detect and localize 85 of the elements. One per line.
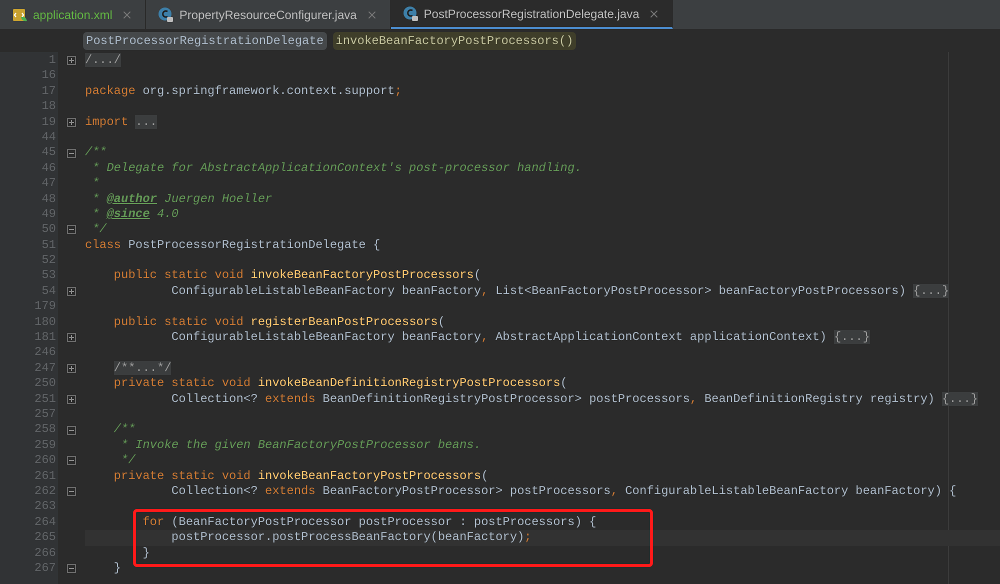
close-icon[interactable]	[121, 8, 134, 20]
code-token: */	[120, 453, 136, 468]
xml-file-icon	[12, 6, 28, 22]
code-token: registerBeanPostProcessors	[250, 314, 438, 329]
expand-fold-icon[interactable]	[67, 56, 76, 66]
code-token: BeanDefinitionRegistry registry)	[704, 392, 936, 406]
code-token: postProcessor.postProcessBeanFactory(beanFactory)	[170, 530, 524, 544]
code-token: }	[112, 560, 122, 575]
folded-code[interactable]: {...}	[913, 284, 950, 298]
code-token: for	[142, 514, 166, 529]
code-token: Juergen Hoeller	[163, 192, 272, 206]
folded-code[interactable]: {...}	[834, 330, 870, 344]
editor-tab[interactable]: PostProcessorRegistrationDelegate.java	[390, 0, 674, 29]
collapse-fold-icon[interactable]	[67, 564, 76, 574]
code-token: class	[85, 238, 122, 252]
code-token: BeanFactoryPostProcessor> postProcessors	[322, 484, 611, 498]
folded-code[interactable]: ...	[135, 114, 158, 129]
code-token: ;	[394, 84, 402, 98]
code-token: ;	[524, 530, 532, 544]
code-token: AbstractApplicationContext applicationContext)	[495, 330, 828, 344]
code-token: /**	[85, 145, 107, 160]
code-token: import	[85, 114, 130, 129]
close-icon[interactable]	[648, 8, 660, 20]
code-token: PostProcessorRegistrationDelegate {	[128, 238, 380, 252]
code-token: * Delegate for AbstractApplicationContext's post-processor handling.	[91, 160, 582, 175]
code-token: ConfigurableListableBeanFactory beanFactory	[170, 284, 482, 298]
folded-code[interactable]: /.../	[85, 53, 122, 67]
code-token: invokeBeanDefinitionRegistryPostProcessors	[258, 376, 560, 390]
code-token: ,	[690, 392, 698, 406]
collapse-fold-icon[interactable]	[67, 148, 76, 158]
code-token: extends	[265, 484, 316, 498]
code-token: ,	[610, 484, 619, 498]
expand-fold-icon[interactable]	[67, 364, 76, 373]
code-token: List<BeanFactoryPostProcessor> beanFactoryPostProcessors)	[495, 284, 907, 298]
breadcrumb[interactable]: invokeBeanFactoryPostProcessors()	[332, 32, 576, 50]
code-token: }	[142, 546, 150, 560]
close-icon[interactable]	[366, 8, 378, 20]
collapse-fold-icon[interactable]	[67, 426, 76, 435]
code-token: invokeBeanFactoryPostProcessors	[258, 468, 482, 483]
folded-code[interactable]: {...}	[942, 392, 978, 406]
expand-fold-icon[interactable]	[67, 118, 76, 127]
code-token: (	[560, 376, 568, 390]
code-token: private static void	[112, 468, 252, 483]
code-token: public static void	[112, 268, 244, 282]
expand-fold-icon[interactable]	[67, 333, 76, 342]
code-token: /**	[112, 422, 136, 436]
tab-label: PostProcessorRegistrationDelegate.java	[424, 6, 640, 22]
class-lock-icon	[158, 6, 174, 22]
code-token: invokeBeanFactoryPostProcessors	[250, 268, 474, 282]
code-token: (	[438, 314, 446, 329]
collapse-fold-icon[interactable]	[67, 487, 76, 496]
code-token: private static void	[112, 376, 252, 390]
code-token: ,	[481, 284, 490, 298]
code-token: (	[474, 268, 482, 282]
code-token: (BeanFactoryPostProcessor postProcessor : postProcessors) {	[171, 514, 596, 529]
expand-fold-icon[interactable]	[67, 287, 76, 296]
code-token: * Invoke the given BeanFactoryPostProcessor beans.	[120, 438, 482, 452]
code-token: Collection<?	[170, 484, 259, 498]
code-token: org.springframework.context.support	[142, 84, 395, 98]
collapse-fold-icon[interactable]	[67, 225, 76, 234]
code-token: ConfigurableListableBeanFactory beanFactory	[170, 330, 482, 344]
expand-fold-icon[interactable]	[67, 394, 76, 404]
code-token: public static void	[112, 314, 244, 329]
code-token: *	[91, 192, 100, 206]
breadcrumb[interactable]: PostProcessorRegistrationDelegate	[83, 32, 327, 50]
code-token: BeanDefinitionRegistryPostProcessor> postProcessors	[322, 392, 690, 406]
code-token: extends	[265, 392, 316, 406]
code-token: @author	[106, 192, 158, 206]
class-lock-icon	[402, 6, 419, 22]
code-token: ,	[481, 330, 490, 344]
editor-tab[interactable]: PropertyResourceConfigurer.java	[146, 0, 391, 29]
tab-label: PropertyResourceConfigurer.java	[179, 6, 357, 24]
code-token: package	[85, 84, 136, 98]
code-token: 4.0	[156, 206, 179, 221]
tab-label: application.xml	[33, 6, 112, 24]
code-token: *	[91, 176, 100, 190]
collapse-fold-icon[interactable]	[67, 456, 76, 466]
code-token: (	[481, 468, 488, 483]
code-token: @since	[106, 206, 150, 221]
code-token: Collection<?	[170, 392, 259, 406]
code-token: */	[91, 222, 107, 236]
code-token: ConfigurableListableBeanFactory beanFactory) {	[625, 484, 956, 498]
folded-code[interactable]: /**...*/	[114, 360, 172, 375]
editor-tab[interactable]: application.xml	[0, 0, 146, 29]
code-token: *	[91, 206, 100, 221]
